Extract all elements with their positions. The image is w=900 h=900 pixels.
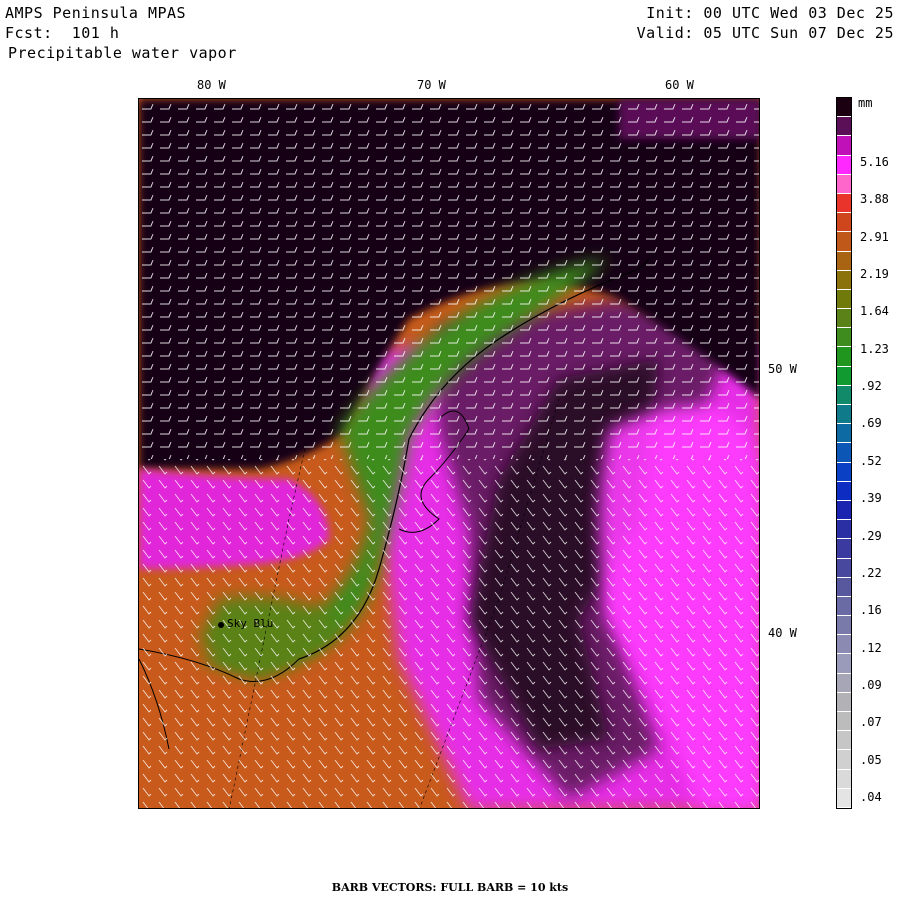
legend-swatch — [837, 328, 851, 348]
legend-label: .69 — [860, 416, 882, 431]
legend-swatch — [837, 443, 851, 463]
legend-swatch — [837, 596, 851, 617]
model-title: AMPS Peninsula MPAS — [5, 4, 187, 22]
legend-swatch — [837, 155, 851, 175]
map-panel: Sky Blu — [138, 98, 760, 809]
legend-swatch — [837, 213, 851, 233]
legend-swatch — [837, 366, 851, 386]
legend-swatch — [837, 405, 851, 425]
legend-label: .09 — [860, 677, 882, 692]
legend-label: 5.16 — [860, 155, 889, 169]
legend-swatch — [837, 769, 851, 789]
legend-swatch — [837, 500, 851, 521]
legend-swatch — [837, 558, 851, 578]
wind-barbs-south — [139, 459, 759, 808]
legend-label: .07 — [860, 715, 882, 730]
legend-swatch — [837, 289, 851, 310]
legend-label: .16 — [860, 603, 882, 618]
legend-swatch — [837, 136, 851, 156]
legend-swatch — [837, 654, 851, 674]
legend-swatch — [837, 251, 851, 271]
precipitable-water-map — [139, 99, 759, 808]
legend-swatch — [837, 616, 851, 636]
legend-label: .12 — [860, 640, 882, 655]
legend-swatch — [837, 692, 851, 712]
legend-label: 3.88 — [860, 192, 889, 207]
legend-label: 2.19 — [860, 267, 889, 282]
legend-swatch — [837, 309, 851, 329]
lon-label-80w: 80 W — [197, 78, 226, 92]
legend-label: 2.91 — [860, 229, 889, 244]
lon-label-60w: 60 W — [665, 78, 694, 92]
legend-swatch — [837, 539, 851, 559]
station-label: Sky Blu — [227, 617, 274, 630]
init-time: Init: 00 UTC Wed 03 Dec 25 — [646, 4, 894, 22]
forecast-hour: Fcst: 101 h — [5, 24, 120, 42]
field-name: Precipitable water vapor — [8, 44, 237, 62]
legend-label: .52 — [860, 453, 882, 468]
legend-swatch — [837, 424, 851, 444]
barb-note: BARB VECTORS: FULL BARB = 10 kts — [331, 881, 569, 894]
legend-swatch — [837, 577, 851, 597]
legend-label: .92 — [860, 379, 882, 394]
lat-label-50w: 50 W — [768, 362, 797, 376]
legend-swatch — [837, 385, 851, 405]
legend-swatch — [837, 174, 851, 194]
legend-swatch — [837, 788, 851, 808]
legend-label: 1.64 — [860, 304, 889, 319]
legend-swatch — [837, 635, 851, 655]
legend-swatch — [837, 750, 851, 770]
legend-swatch — [837, 520, 851, 540]
station-marker — [218, 622, 224, 628]
legend-swatch — [837, 193, 851, 214]
legend-swatch — [837, 462, 851, 482]
legend-label: .05 — [860, 752, 882, 767]
legend-swatch — [837, 731, 851, 751]
lon-label-70w: 70 W — [417, 78, 446, 92]
legend-swatch — [837, 270, 851, 290]
lat-label-40w: 40 W — [768, 626, 797, 640]
legend-unit: mm — [858, 96, 873, 110]
legend-label: 1.23 — [860, 341, 889, 356]
legend-label: .39 — [860, 491, 882, 506]
legend-label: .22 — [860, 565, 882, 580]
legend-swatch — [837, 98, 851, 118]
legend-label: .29 — [860, 528, 882, 543]
valid-time: Valid: 05 UTC Sun 07 Dec 25 — [636, 24, 894, 42]
legend-swatch — [837, 232, 851, 252]
legend-swatch — [837, 347, 851, 367]
legend-swatch — [837, 481, 851, 501]
legend-swatch — [837, 673, 851, 693]
wind-barbs-north — [139, 99, 759, 459]
color-legend — [836, 97, 852, 809]
legend-swatch — [837, 712, 851, 732]
legend-label: .04 — [860, 790, 882, 804]
legend-swatch — [837, 117, 851, 137]
